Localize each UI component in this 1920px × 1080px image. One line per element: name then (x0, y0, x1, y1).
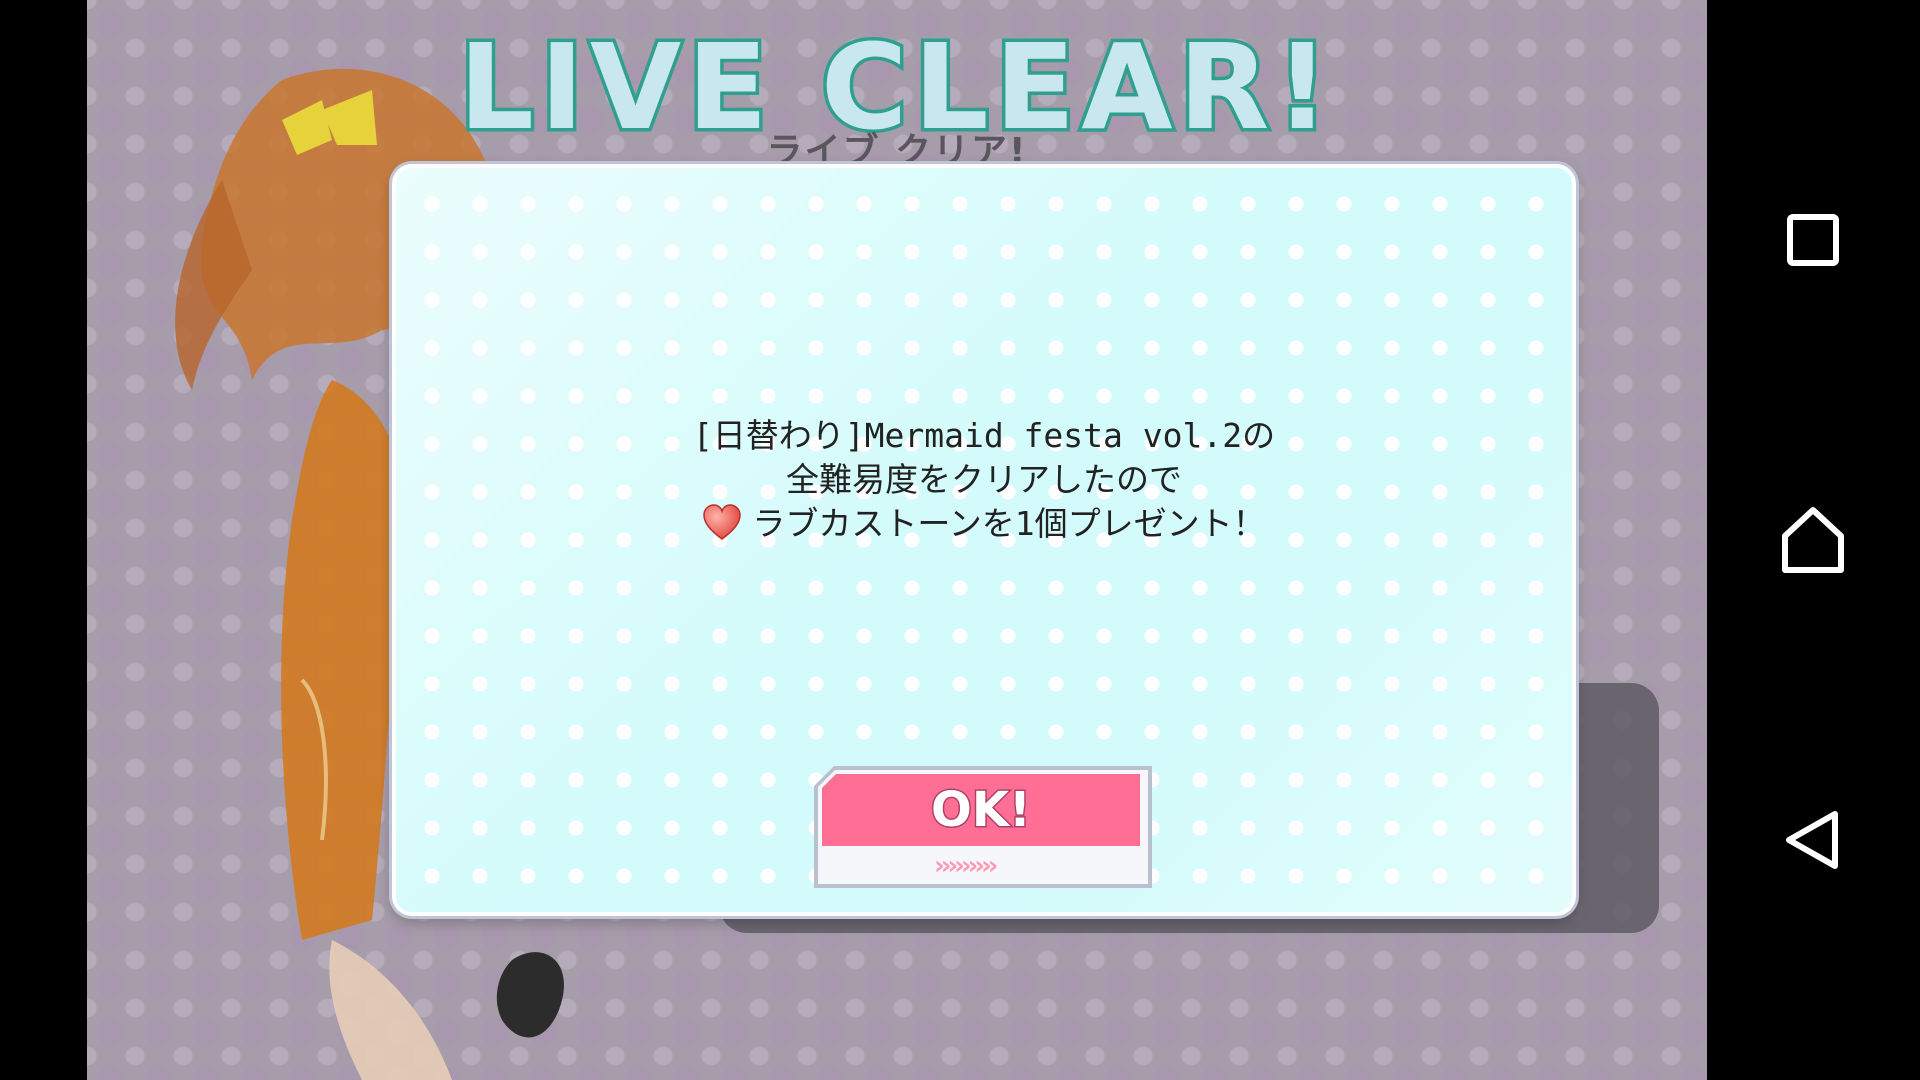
reward-dialog: [日替わり]Mermaid festa vol.2の 全難易度をクリアしたので … (392, 164, 1576, 916)
message-line-2: 全難易度をクリアしたので (786, 460, 1182, 499)
message-line-3: ラブカストーンを1個プレゼント！ (396, 502, 1572, 546)
square-icon[interactable] (1773, 200, 1853, 280)
ok-button-label: OK! (930, 781, 1033, 840)
heart-icon (703, 504, 742, 540)
game-screen: LIVE CLEAR! ライブ クリア! [日替わり]Mermaid festa… (87, 0, 1707, 1080)
home-icon[interactable] (1773, 500, 1853, 580)
reward-message: [日替わり]Mermaid festa vol.2の 全難易度をクリアしたので … (396, 414, 1572, 546)
message-line-1: [日替わり]Mermaid festa vol.2の (692, 416, 1276, 455)
ok-button[interactable]: OK! ››››››››› (814, 766, 1154, 890)
back-triangle-icon[interactable] (1773, 800, 1853, 880)
message-line-3-text: ラブカストーンを1個プレゼント！ (752, 504, 1266, 543)
chevrons-decoration: ››››››››› (934, 851, 998, 881)
android-navigation-bar (1707, 0, 1920, 1080)
